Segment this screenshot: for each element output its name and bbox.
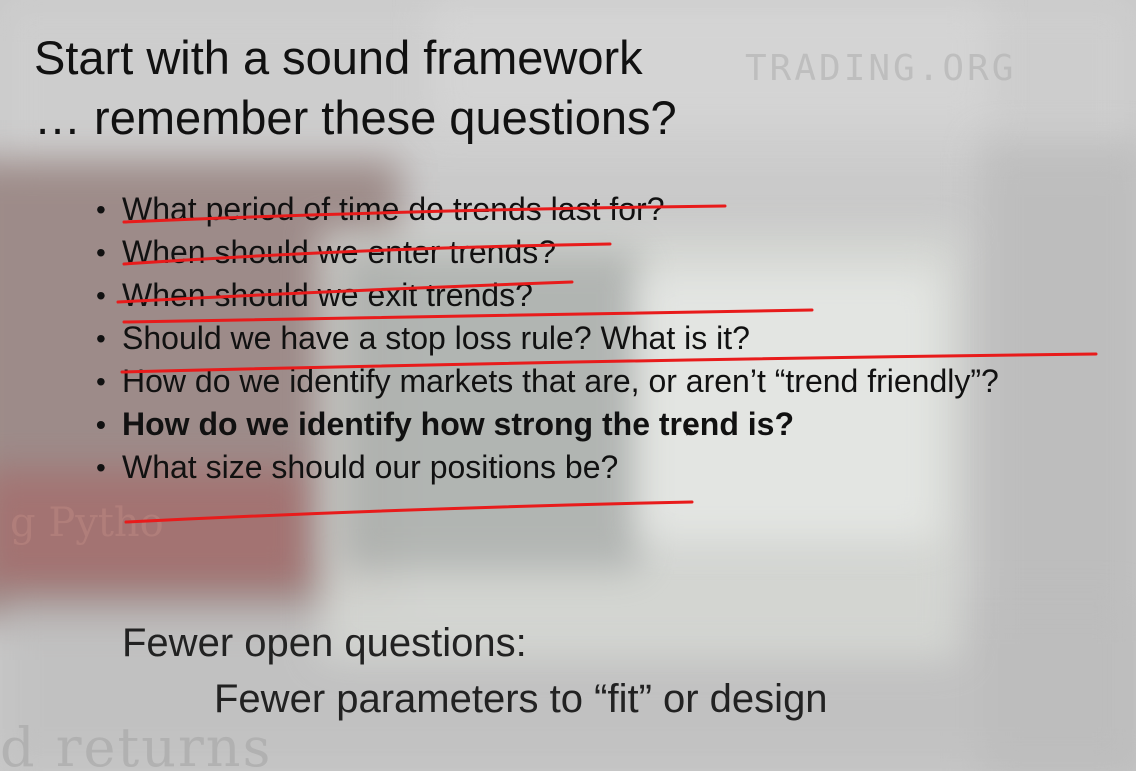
question-item: What size should our positions be? <box>96 446 1002 489</box>
question-item: Should we have a stop loss rule? What is… <box>96 317 1002 360</box>
slide-footer: Fewer open questions: Fewer parameters t… <box>122 615 828 727</box>
question-item-bold: How do we identify how strong the trend … <box>96 403 1002 446</box>
background-book-text: g Pytho <box>10 500 164 546</box>
slide-title: Start with a sound framework … remember … <box>34 28 677 148</box>
question-item: When should we exit trends? <box>96 274 1002 317</box>
question-item: How do we identify markets that are, or … <box>96 360 1002 403</box>
footer-line-2: Fewer parameters to “fit” or design <box>214 677 828 721</box>
title-line-2: … remember these questions? <box>34 91 677 144</box>
question-item: When should we enter trends? <box>96 231 1002 274</box>
footer-line-1: Fewer open questions: <box>122 621 527 665</box>
title-line-1: Start with a sound framework <box>34 31 643 84</box>
question-item: What period of time do trends last for? <box>96 188 1002 231</box>
watermark-text: TRADING.ORG <box>745 48 1017 89</box>
question-list: What period of time do trends last for? … <box>96 188 1002 489</box>
